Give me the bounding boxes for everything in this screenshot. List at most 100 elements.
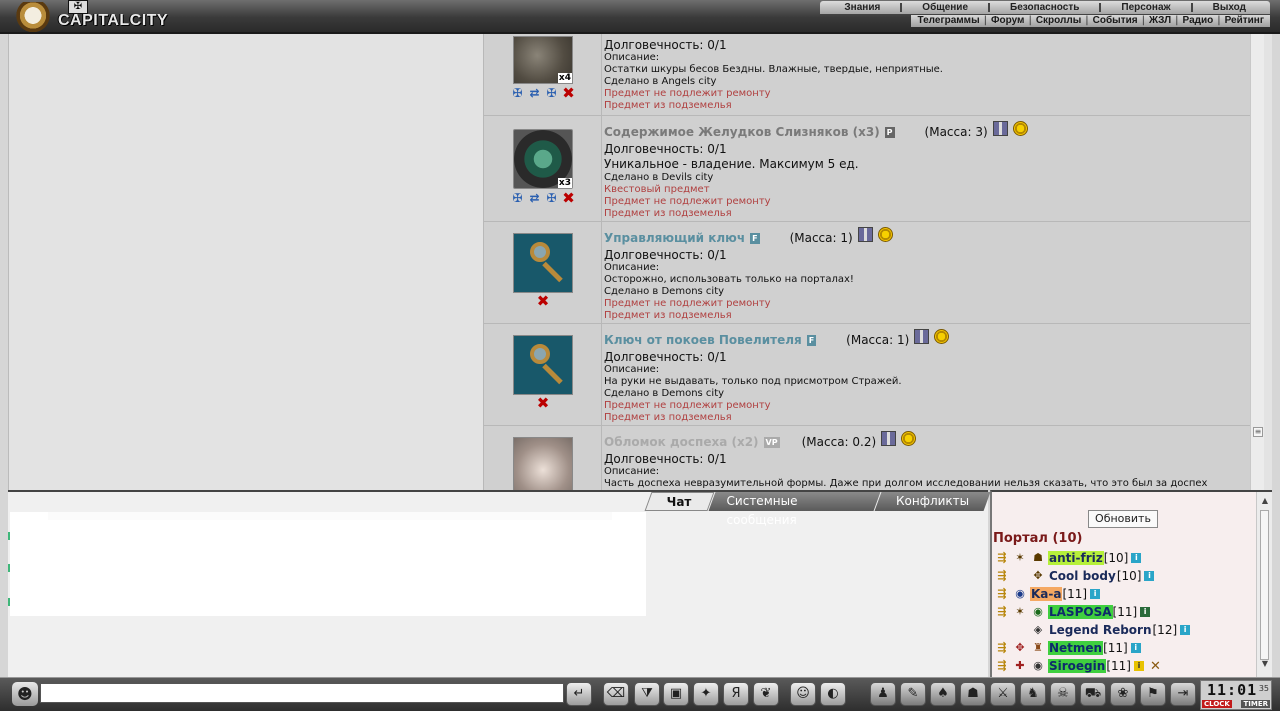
info-icon[interactable]: i	[1180, 625, 1191, 635]
item-name[interactable]: Обломок доспеха (x2)	[604, 435, 759, 449]
gift-box-icon[interactable]	[992, 120, 1008, 136]
submenu-forum[interactable]: Форум	[991, 15, 1024, 27]
submenu-zhzl[interactable]: ЖЗЛ	[1149, 15, 1171, 27]
private-message-icon[interactable]: ⇶	[994, 587, 1010, 601]
bag-icon[interactable]: ♠	[930, 682, 956, 706]
delete-icon[interactable]: ✖	[562, 191, 576, 206]
save-icon[interactable]: ▣	[663, 682, 689, 706]
tab-conflicts[interactable]: Конфликты	[874, 492, 991, 511]
cart-icon[interactable]: ⛟	[1080, 682, 1106, 706]
repair-icon[interactable]: ✠	[511, 86, 525, 100]
sheep-icon[interactable]: ❀	[1110, 682, 1136, 706]
user-list-scrollbar[interactable]: ▲ ▼	[1256, 492, 1272, 677]
transfer-icon[interactable]: ⇄	[528, 191, 542, 205]
main-panel: x4 ✠ ⇄ ✠ ✖ Долговечность: 0/1 Описание: …	[8, 34, 1272, 490]
item-name[interactable]: Ключ от покоев Повелителя	[604, 333, 802, 347]
person-icon[interactable]: ✦	[693, 682, 719, 706]
translit-icon[interactable]: Я	[723, 682, 749, 706]
delete-icon[interactable]: ✖	[562, 86, 576, 101]
gift-box-icon[interactable]	[914, 328, 930, 344]
user-name[interactable]: LASPOSA	[1048, 605, 1113, 619]
user-name[interactable]: anti-friz	[1048, 551, 1104, 565]
head-icon[interactable]: ☻	[12, 682, 38, 706]
swords-icon[interactable]: ✕	[1150, 659, 1161, 674]
clock-label[interactable]: CLOCK	[1202, 700, 1232, 708]
filter-icon[interactable]: ⧩	[634, 682, 660, 706]
tab-chat[interactable]: Чат	[644, 492, 715, 511]
gold-coin-icon[interactable]	[1012, 120, 1028, 136]
gold-coin-icon[interactable]	[901, 430, 917, 446]
chat-log[interactable]	[10, 512, 646, 616]
item-image[interactable]	[513, 335, 573, 395]
group-icon[interactable]: ☗	[960, 682, 986, 706]
chat-input[interactable]	[40, 683, 564, 703]
delete-icon[interactable]: ✖	[536, 396, 550, 411]
transfer-icon[interactable]: ⇄	[528, 86, 542, 100]
submenu-radio[interactable]: Радио	[1183, 15, 1214, 27]
tab-system-messages[interactable]: Системные сообщения	[708, 492, 881, 527]
private-message-icon[interactable]: ⇶	[994, 551, 1010, 565]
leaf-icon[interactable]: ❦	[753, 682, 779, 706]
private-message-icon[interactable]: ⇶	[994, 659, 1010, 673]
exit-icon[interactable]: ⇥	[1170, 682, 1196, 706]
scroll-icon[interactable]: ✎	[900, 682, 926, 706]
menu-security[interactable]: Безопасность	[990, 1, 1099, 14]
submenu-telegrams[interactable]: Телеграммы	[917, 15, 979, 27]
info-icon[interactable]: i	[1090, 589, 1101, 599]
item-image[interactable]	[513, 233, 573, 293]
private-message-icon[interactable]: ⇶	[994, 605, 1010, 619]
submenu-events[interactable]: События	[1093, 15, 1138, 27]
submenu-rating[interactable]: Рейтинг	[1225, 15, 1264, 27]
info-icon[interactable]: i	[1140, 607, 1151, 617]
menu-knowledge[interactable]: Знания	[824, 1, 900, 14]
sword-icon[interactable]: ⚔	[990, 682, 1016, 706]
user-name[interactable]: Siroegin	[1048, 659, 1107, 673]
mask-icon[interactable]: ☠	[1050, 682, 1076, 706]
repair-icon[interactable]: ✠	[545, 86, 559, 100]
item-mass: (Масса: 0.2)	[801, 435, 877, 449]
eraser-icon[interactable]: ⌫	[603, 682, 629, 706]
monk-icon[interactable]: ♟	[870, 682, 896, 706]
item-image[interactable]: x4	[513, 36, 573, 84]
user-name[interactable]: Netmen	[1048, 641, 1104, 655]
menu-communication[interactable]: Общение	[902, 1, 988, 14]
menu-exit[interactable]: Выход	[1193, 1, 1266, 14]
gift-box-icon[interactable]	[881, 430, 897, 446]
gold-coin-icon[interactable]	[877, 226, 893, 242]
item-image[interactable]: x3	[513, 129, 573, 189]
smiley-icon[interactable]: ☺	[790, 682, 816, 706]
warrior-icon[interactable]: ♞	[1020, 682, 1046, 706]
private-message-icon[interactable]: ⇶	[994, 641, 1010, 655]
scroll-down-icon[interactable]: ▼	[1260, 659, 1270, 669]
user-name[interactable]: Legend Reborn	[1048, 623, 1153, 637]
scroll-up-icon[interactable]: ▲	[1260, 496, 1270, 506]
timer-label[interactable]: TIMER	[1241, 700, 1270, 708]
repair-icon[interactable]: ✠	[511, 191, 525, 205]
scroll-thumb[interactable]	[1260, 510, 1269, 660]
info-icon[interactable]: i	[1144, 571, 1155, 581]
menu-character[interactable]: Персонаж	[1101, 1, 1190, 14]
item-name[interactable]: Содержимое Желудков Слизняков (x3)	[604, 125, 880, 139]
repair-icon[interactable]: ✠	[545, 191, 559, 205]
item-name[interactable]: Управляющий ключ	[604, 231, 745, 245]
item-note: Предмет из подземелья	[604, 310, 732, 321]
flag-icon[interactable]: ⚑	[1140, 682, 1166, 706]
scroll-thumb[interactable]: ≡	[1253, 427, 1263, 437]
refresh-button[interactable]: Обновить	[1088, 510, 1158, 528]
submenu-scrolls[interactable]: Скроллы	[1036, 15, 1081, 27]
inventory-scrollbar[interactable]: ≡	[1250, 34, 1264, 490]
info-icon[interactable]: i	[1130, 643, 1141, 653]
logo[interactable]: ✠ CAPITALCITY	[14, 0, 184, 32]
gift-box-icon[interactable]	[857, 226, 873, 242]
delete-icon[interactable]: ✖	[536, 294, 550, 309]
gold-coin-icon[interactable]	[934, 328, 950, 344]
private-message-icon[interactable]: ⇶	[994, 569, 1010, 583]
user-name[interactable]: Ka-a	[1030, 587, 1063, 601]
inventory-item: x3 ✠ ⇄ ✠ ✖ Содержимое Желудков Слизняков…	[483, 116, 1251, 222]
item-image[interactable]	[513, 437, 573, 490]
info-icon[interactable]: i	[1131, 553, 1142, 563]
info-icon[interactable]: i	[1133, 661, 1144, 671]
send-icon[interactable]: ↵	[566, 682, 592, 706]
helmet-icon[interactable]: ◐	[820, 682, 846, 706]
user-name[interactable]: Cool body	[1048, 569, 1117, 583]
